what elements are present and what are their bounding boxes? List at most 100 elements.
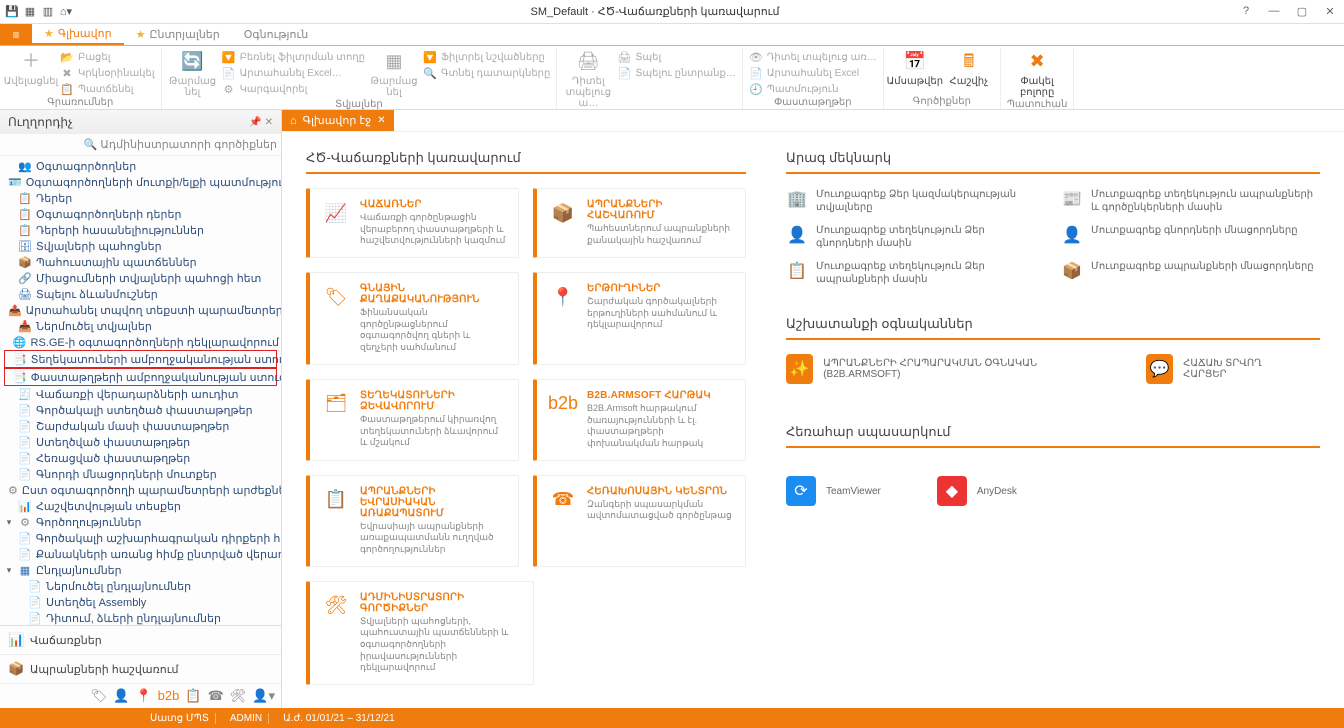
qat-icon-2[interactable]: ▥ bbox=[40, 4, 56, 20]
tree-item[interactable]: 📄Հեռացված փաստաթղթեր bbox=[0, 450, 281, 466]
tree-item[interactable]: 🌐RS.GE-ի օգտագործողների դեկլարավորում bbox=[0, 334, 281, 350]
quick-item[interactable]: 👤Մուտքագրեք գնորդների մնացորդները bbox=[1061, 224, 1320, 250]
dashboard-card[interactable]: b2bB2B.ARMSOFT ՀԱՐԹԱԿB2B.Armsoft հարթակո… bbox=[533, 379, 746, 461]
calendar-button[interactable]: 📅Ամսաթվեր bbox=[890, 50, 940, 87]
export-excel-button[interactable]: 📄Արտահանել Excel… bbox=[222, 66, 365, 80]
dashboard-card[interactable]: 🗂ՏԵՂԵԿԱՏՈՒՆԵՐԻ ՁԵՎԱՎՈՐՈՒՄՓաստաթղթերում կ… bbox=[306, 379, 519, 461]
close-all-button[interactable]: ✖Փակել բոլորը bbox=[1012, 50, 1062, 98]
tree-item[interactable]: ⚙Ըստ օգտագործողի պարամետրերի արժեքներ bbox=[0, 482, 281, 498]
pin-icon[interactable]: 📌 ✕ bbox=[249, 117, 273, 128]
dashboard-card[interactable]: 📍ԵՐԹՈՒՂԻՆԵՐՇարժական գործակալների երթուղի… bbox=[533, 272, 746, 365]
nav-mini-icon[interactable]: 🛠 bbox=[230, 688, 247, 704]
tree-item[interactable]: 📤Արտահանել տպվող տեքստի պարամետրերը bbox=[0, 302, 281, 318]
print-button[interactable]: 🖨Տպել bbox=[617, 50, 736, 64]
close-button[interactable]: ✕ bbox=[1320, 5, 1340, 18]
load-filter-button[interactable]: 🔽Բեռնել ֆիլտրման տողը bbox=[222, 50, 365, 64]
tree-item[interactable]: 📄Քանակների առանց հիմք ընտրված վերադարձեր bbox=[0, 546, 281, 562]
minimize-button[interactable]: — bbox=[1264, 5, 1284, 18]
tree-item[interactable]: 🧾Վաճառքի վերադարձների աուդիտ bbox=[0, 386, 281, 402]
tree-item[interactable]: 📥Ներմուծել տվյալներ bbox=[0, 318, 281, 334]
qat-icon-1[interactable]: ▦ bbox=[22, 4, 38, 20]
tree-item[interactable]: 📄Դիտում, ձևերի ընդլայնումներ bbox=[0, 610, 281, 625]
layout-button[interactable]: ▦Թարմաց նել bbox=[369, 50, 419, 98]
dashboard-card[interactable]: ☎ՀԵՌԱԽՈՍԱՅԻՆ ԿԵՆՏՐՈՆԶանգերի սպասարկման ա… bbox=[533, 475, 746, 567]
nav-mini-icon[interactable]: 📍 bbox=[135, 688, 151, 704]
tree-item[interactable]: 📄Գործակալի աշխարհագրական դիրքերի հեռացու… bbox=[0, 530, 281, 546]
dashboard-card[interactable]: 📈ՎԱՃԱՌՆԵՐՎաճառքի գործընթացին վերաբերող փ… bbox=[306, 188, 519, 258]
remote-item[interactable]: ⟳TeamViewer bbox=[786, 476, 881, 506]
dashboard-card[interactable]: 🏷ԳՆԱՅԻՆ ՔԱՂԱՔԱԿԱՆՈՒԹՅՈՒՆՖինանսական գործը… bbox=[306, 272, 519, 365]
tree-item[interactable]: 📄Շարժական մասի փաստաթղթեր bbox=[0, 418, 281, 434]
tree-item[interactable]: 🪪Օգտագործողների մուտքի/ելքի պատմություն bbox=[0, 174, 281, 190]
find-empty-button[interactable]: 🔍Գտնել դատարկները bbox=[423, 66, 550, 80]
filter-selected-button[interactable]: 🔽Ֆիլտրել նշվածները bbox=[423, 50, 550, 64]
quick-item[interactable]: 👤Մուտքագրեք տեղեկություն Ձեր գնորդների մ… bbox=[786, 224, 1045, 250]
print-options-button[interactable]: 📄Տպելու ընտրանք… bbox=[617, 66, 736, 80]
quick-icon: 👤 bbox=[786, 224, 808, 246]
tree-item[interactable]: 📊Հաշվետվության տեսքեր bbox=[0, 498, 281, 514]
quick-sales[interactable]: 📊Վաճառքներ bbox=[0, 626, 281, 655]
tree-item[interactable]: 📄Ստեղծել Assembly bbox=[0, 594, 281, 610]
helper-item[interactable]: ✨ԱՊՐԱՆՔՆԵՐԻ ՀՐԱՊԱՐԱԿՄԱՆ ՕԳՆԱԿԱՆ (B2B.ARM… bbox=[786, 354, 1090, 384]
card-title: ԱԴՄԻՆԻՍՏՐԱՏՈՐԻ ԳՈՐԾԻՔՆԵՐ bbox=[360, 592, 521, 614]
navigator-search[interactable]: 🔍 Ադմինիստրատորի գործիքներ bbox=[0, 134, 281, 156]
close-tab-icon[interactable]: ✕ bbox=[377, 115, 385, 126]
card-title: ՎԱՃԱՌՆԵՐ bbox=[360, 199, 506, 210]
quick-item[interactable]: 📋Մուտքագրեք տեղեկություն Ձեր ապրանքների … bbox=[786, 260, 1045, 286]
add-button[interactable]: ＋Ավելացնել bbox=[6, 50, 56, 87]
nav-mini-icon[interactable]: ☎ bbox=[208, 688, 224, 704]
doc-export-button[interactable]: 📄Արտահանել Excel bbox=[749, 66, 877, 80]
tab-help[interactable]: Օգնություն bbox=[232, 24, 320, 45]
tree-item[interactable]: 📄Ներմուծել ընդլայնումներ bbox=[0, 578, 281, 594]
nav-mini-icon[interactable]: b2b bbox=[158, 688, 180, 704]
card-desc: Շարժական գործակալների երթուղիների սահման… bbox=[587, 296, 733, 331]
maximize-button[interactable]: ▢ bbox=[1292, 5, 1312, 18]
tree-item[interactable]: 📋Օգտագործողների դերեր bbox=[0, 206, 281, 222]
quick-item[interactable]: 📦Մուտքագրեք ապրանքների մնացորդները bbox=[1061, 260, 1320, 286]
dashboard-card[interactable]: 🛠ԱԴՄԻՆԻՍՏՐԱՏՈՐԻ ԳՈՐԾԻՔՆԵՐՏվյալների պահոց… bbox=[306, 581, 534, 685]
nav-mini-icon[interactable]: 🏷 bbox=[91, 688, 108, 704]
tree-item[interactable]: 👥Օգտագործողներ bbox=[0, 158, 281, 174]
remote-item[interactable]: ◆AnyDesk bbox=[937, 476, 1017, 506]
navigator-tree[interactable]: 👥Օգտագործողներ🪪Օգտագործողների մուտքի/ելք… bbox=[0, 156, 281, 625]
tree-item[interactable]: 📑Փաստաթղթերի ամբողջականության ստուգում bbox=[4, 368, 277, 386]
refresh-button[interactable]: 🔄Թարմաց նել bbox=[168, 50, 218, 98]
tree-item[interactable]: 📄Գործակալի ստեղծած փաստաթղթեր bbox=[0, 402, 281, 418]
home-icon[interactable]: ⌂▾ bbox=[58, 4, 74, 20]
file-button[interactable]: ≡ bbox=[0, 24, 32, 45]
tree-group[interactable]: ▾⚙Գործողություններ bbox=[0, 514, 281, 530]
print-preview-button[interactable]: 🖨Դիտել տպելուց ա… bbox=[563, 50, 613, 109]
quick-inventory[interactable]: 📦Ապրանքների հաշվառում bbox=[0, 655, 281, 684]
save-icon[interactable]: 💾 bbox=[4, 4, 20, 20]
quick-item[interactable]: 🏢Մուտքագրեք Ձեր կազմակերպության տվյալներ… bbox=[786, 188, 1045, 214]
tree-item[interactable]: 📄Գնորդի մնացորդների մուտքեր bbox=[0, 466, 281, 482]
open-button[interactable]: 📂Բացել bbox=[60, 50, 155, 64]
configure-button[interactable]: ⚙Կարգավորել bbox=[222, 82, 365, 96]
tree-item[interactable]: 📑Տեղեկատուների ամբողջականության ստուգում bbox=[4, 350, 277, 368]
doc-tab-home[interactable]: ⌂ Գլխավոր էջ ✕ bbox=[282, 110, 394, 131]
card-icon: 📈 bbox=[322, 199, 350, 227]
tab-favorites[interactable]: ★Ընտրյալներ bbox=[124, 24, 232, 45]
duplicate-button[interactable]: ✖Կրկնօրինակել bbox=[60, 66, 155, 80]
tree-item[interactable]: 🔗Միացումների տվյալների պահոցի հետ bbox=[0, 270, 281, 286]
dashboard-card[interactable]: 📋ԱՊՐԱՆՔՆԵՐԻ ԵՎՐԱՍԻԱԿԱՆ ԱՌԱՔԱՊԱՏՈՒՄԵվրասի… bbox=[306, 475, 519, 567]
tree-item[interactable]: 📦Պահուստային պատճեններ bbox=[0, 254, 281, 270]
tree-group[interactable]: ▾▦Ընդլայնումներ bbox=[0, 562, 281, 578]
doc-preview-button[interactable]: 👁Դիտել տպելուց առ… bbox=[749, 50, 877, 64]
tree-item[interactable]: 📋Դերեր bbox=[0, 190, 281, 206]
tree-item[interactable]: 🖨Տպելու ձևանմուշներ bbox=[0, 286, 281, 302]
copy-button[interactable]: 📋Պատճենել bbox=[60, 82, 155, 96]
tab-main[interactable]: ★Գլխավոր bbox=[32, 24, 124, 45]
doc-history-button[interactable]: 🕘Պատմություն bbox=[749, 82, 877, 96]
nav-mini-icon[interactable]: 📋 bbox=[185, 688, 201, 704]
tree-item[interactable]: 📄Ստեղծված փաստաթղթեր bbox=[0, 434, 281, 450]
helper-item[interactable]: 💬ՀԱՃԱԽ ՏՐՎՈՂ ՀԱՐՑԵՐ bbox=[1146, 354, 1296, 384]
tree-item[interactable]: 📋Դերերի հասանելիություններ bbox=[0, 222, 281, 238]
help-icon[interactable]: ? bbox=[1236, 5, 1256, 18]
dashboard-card[interactable]: 📦ԱՊՐԱՆՔՆԵՐԻ ՀԱՇՎԱՌՈՒՄՊահեստներում ապրանք… bbox=[533, 188, 746, 258]
nav-mini-icon[interactable]: 👤 bbox=[113, 688, 129, 704]
quick-item[interactable]: 📰Մուտքագրեք տեղեկություն ապրանքների և գո… bbox=[1061, 188, 1320, 214]
nav-mini-icon[interactable]: 👤▾ bbox=[252, 688, 275, 704]
tree-item[interactable]: 🗄Տվյալների պահոցներ bbox=[0, 238, 281, 254]
calculator-button[interactable]: 🖩Հաշվիչ bbox=[944, 50, 994, 87]
